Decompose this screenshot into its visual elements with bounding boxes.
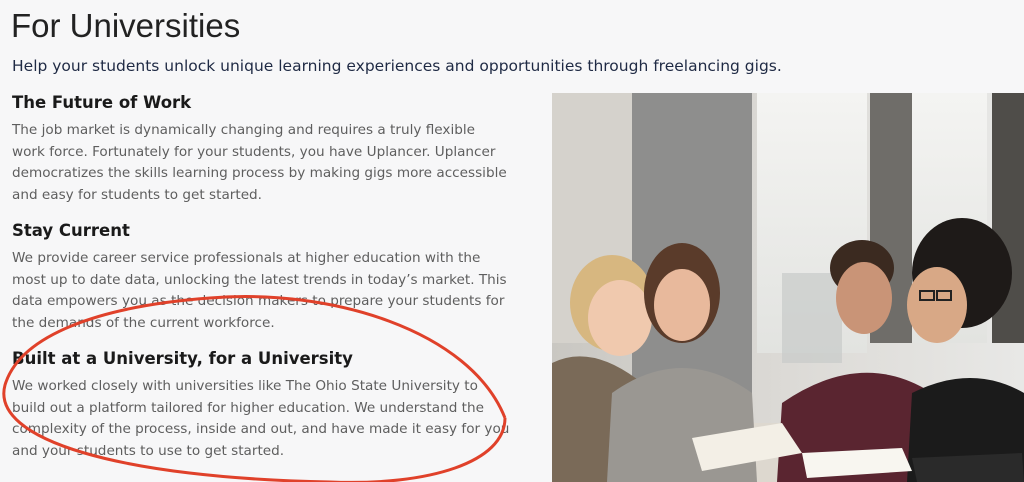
page-title: For Universities — [11, 7, 241, 44]
section-stay-current: Stay Current We provide career service p… — [12, 220, 512, 335]
page-intro: Help your students unlock unique learnin… — [12, 57, 782, 75]
section-body: The job market is dynamically changing a… — [12, 122, 507, 204]
section-body: We worked closely with universities like… — [12, 378, 510, 460]
section-heading: Stay Current — [12, 221, 130, 240]
section-heading: Built at a University, for a University — [12, 349, 353, 368]
section-built-at-university: Built at a University, for a University … — [12, 348, 512, 463]
section-heading: The Future of Work — [12, 93, 192, 112]
section-future-of-work: The Future of Work The job market is dyn… — [12, 92, 512, 207]
students-studying-photo — [552, 93, 1024, 482]
section-body: We provide career service professionals … — [12, 250, 507, 332]
